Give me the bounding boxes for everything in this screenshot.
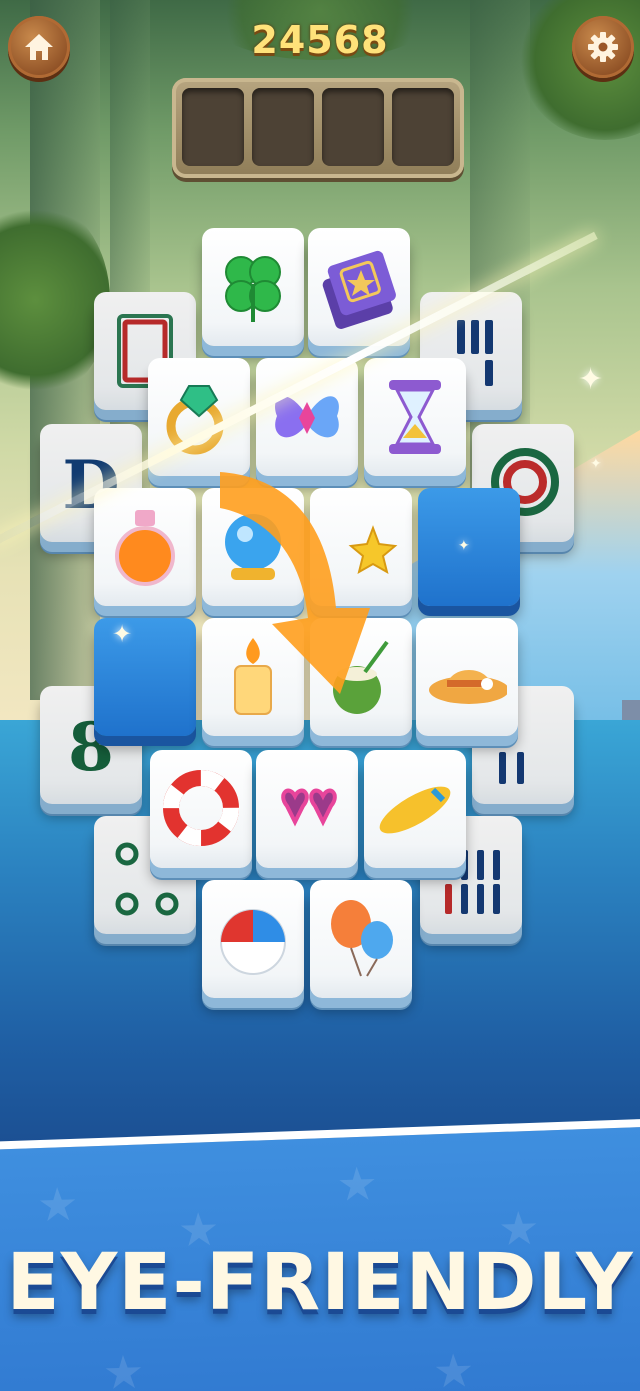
score-counter: 24568 — [251, 18, 389, 62]
star-pattern: ★ — [335, 1156, 379, 1212]
tile-tray — [172, 78, 464, 178]
tile-heart-sunglasses[interactable] — [256, 750, 358, 868]
tile-balloons[interactable] — [310, 880, 412, 998]
tile-life-ring[interactable] — [150, 750, 252, 868]
star-pattern: ★ — [102, 1344, 146, 1391]
slogan-text: EYE-FRIENDLY — [6, 1238, 634, 1328]
beach-ball-icon — [220, 909, 286, 975]
tray-slot[interactable] — [182, 88, 244, 166]
heart-sunglasses-icon — [281, 788, 337, 827]
sparkle-icon: ✦ — [112, 620, 133, 648]
tile-potion[interactable] — [94, 488, 196, 606]
tile-spellbook[interactable] — [308, 228, 410, 346]
potion-icon — [115, 510, 175, 586]
clover-icon — [225, 256, 281, 322]
tile-sun-hat[interactable] — [416, 618, 518, 736]
hourglass-icon — [389, 380, 441, 454]
tray-slot[interactable] — [322, 88, 384, 166]
arrow-icon — [220, 472, 370, 694]
balloons-icon — [331, 900, 393, 977]
tile-selected[interactable] — [94, 618, 196, 736]
tile-clover[interactable] — [202, 228, 304, 346]
surfboard-icon — [379, 786, 451, 834]
spellbook-icon — [322, 250, 396, 329]
star-pattern: ★ — [432, 1343, 476, 1391]
sun-hat-icon — [429, 670, 507, 704]
tray-slot[interactable] — [252, 88, 314, 166]
sparkle-icon: ✦ — [578, 362, 604, 397]
game-scene: 24568 D 8 ✦ ✦ ✦ ✦ ★ ★ ★ ★ ★ ★ EYE-FRIEND… — [0, 0, 640, 1391]
life-ring-icon — [163, 770, 239, 846]
sparkle-icon: ✦ — [590, 456, 602, 472]
star-pattern: ★ — [36, 1176, 80, 1233]
tray-slot[interactable] — [392, 88, 454, 166]
tile-surfboard[interactable] — [364, 750, 466, 868]
sparkle-icon: ✦ — [458, 538, 470, 554]
tile-beach-ball[interactable] — [202, 880, 304, 998]
